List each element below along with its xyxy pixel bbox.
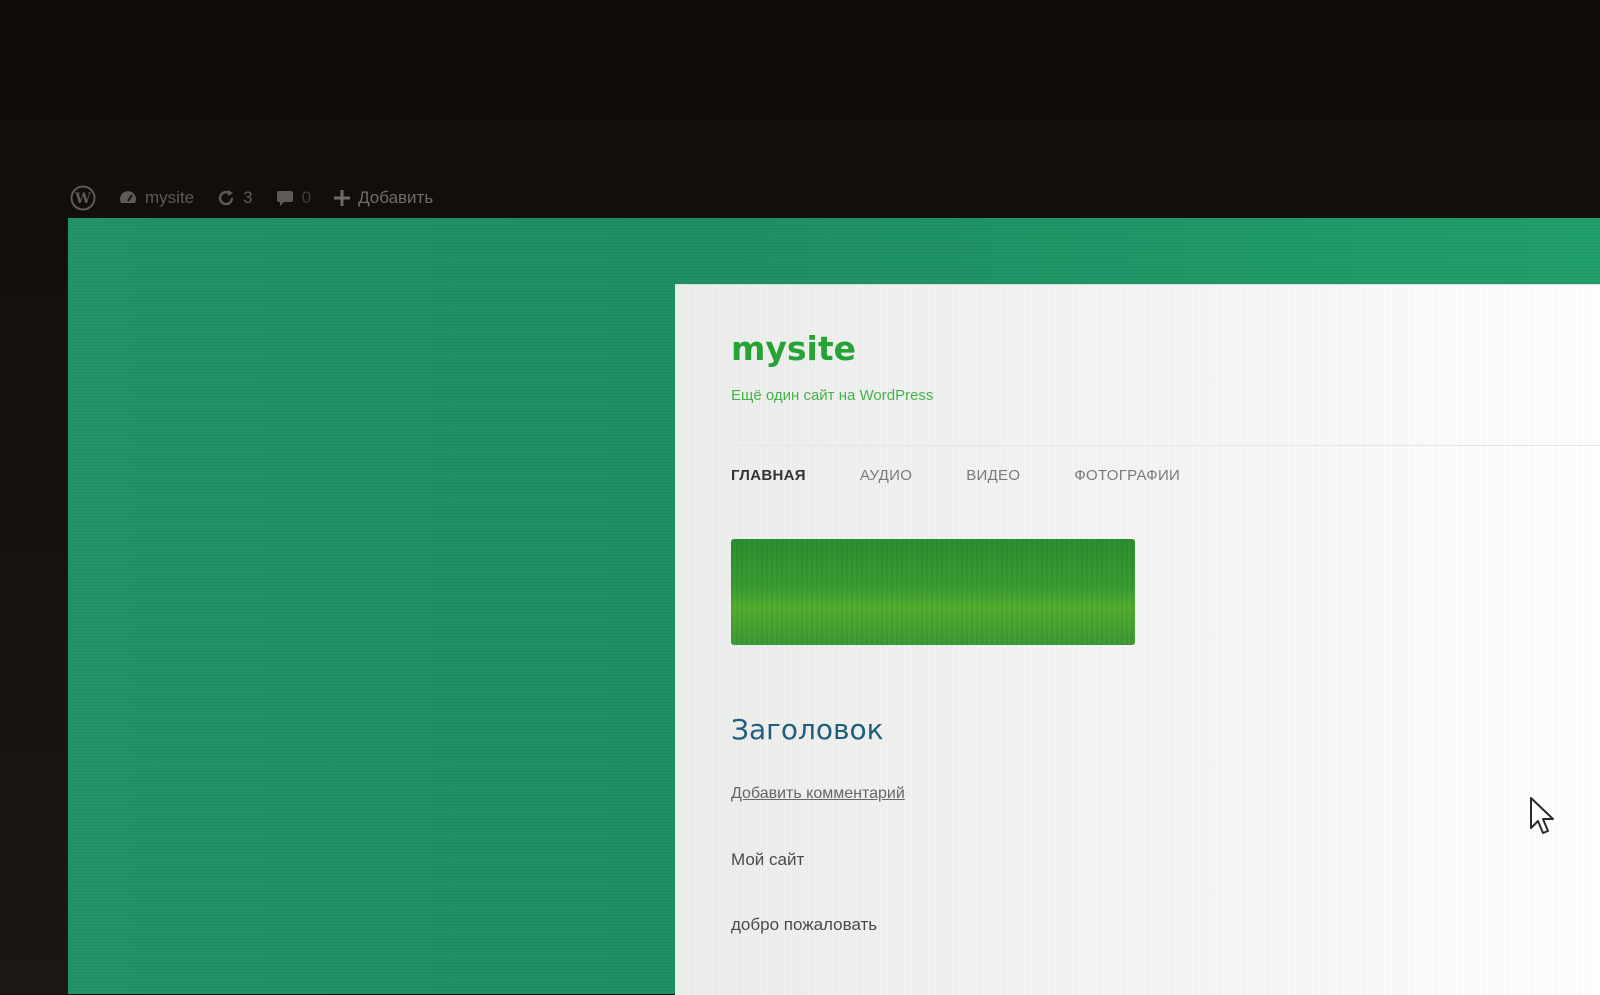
header-image [731,539,1135,645]
wp-admin-bar: W mysite 3 0 Добавить [70,176,1600,220]
plus-icon [333,189,351,207]
wordpress-logo-icon: W [70,185,96,211]
site-tagline: Ещё один сайт на WordPress [731,387,934,404]
monitor-photo-frame: W mysite 3 0 Добавить mysite Ещё один са… [0,0,1600,995]
updates-count: 3 [243,188,253,207]
nav-item-video[interactable]: ВИДЕО [966,467,1020,484]
add-new-button[interactable]: Добавить [333,188,433,208]
comments-button[interactable]: 0 [275,188,311,208]
refresh-icon [216,188,236,208]
add-new-label: Добавить [358,188,434,207]
post-paragraph: Мой сайт [731,850,805,869]
main-navigation: ГЛАВНАЯ АУДИО ВИДЕО ФОТОГРАФИИ [731,467,1180,484]
content-panel: mysite Ещё один сайт на WordPress ГЛАВНА… [675,284,1600,995]
dashboard-icon [118,188,138,208]
add-comment-link[interactable]: Добавить комментарий [731,785,905,803]
header-divider [731,445,1600,446]
svg-text:W: W [74,191,91,207]
mouse-cursor-icon [1528,796,1556,836]
post-title[interactable]: Заголовок [731,713,884,746]
comment-bubble-icon [275,188,295,208]
nav-item-photos[interactable]: ФОТОГРАФИИ [1074,467,1180,484]
nav-item-audio[interactable]: АУДИО [860,467,912,484]
comments-count: 0 [301,188,312,207]
site-title[interactable]: mysite [731,329,856,368]
wp-logo-button[interactable]: W [70,185,96,211]
updates-button[interactable]: 3 [216,188,253,208]
post-paragraph: добро пожаловать [731,915,878,934]
nav-item-home[interactable]: ГЛАВНАЯ [731,467,806,484]
site-name-menu[interactable]: mysite [118,188,194,208]
site-name-label: mysite [145,188,195,207]
